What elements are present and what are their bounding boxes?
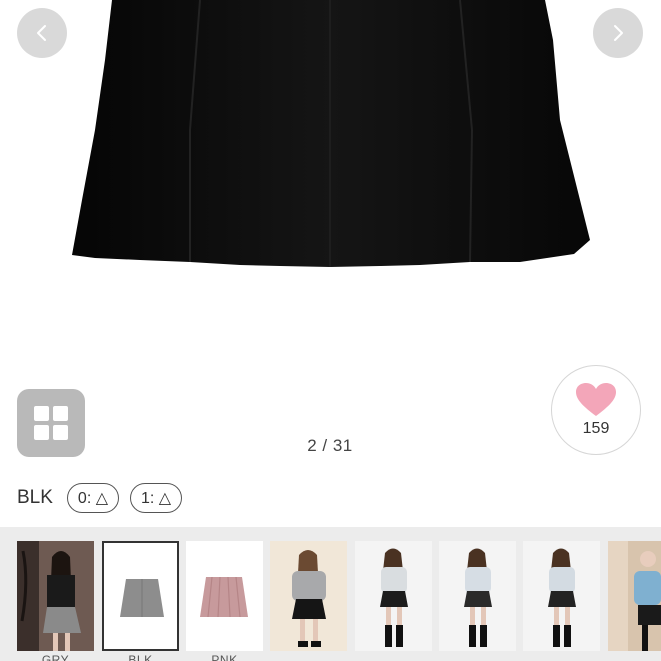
gray-skirt-photo [104, 543, 177, 649]
skirt-illustration [72, 0, 590, 267]
thumbnail-item-selected[interactable] [102, 541, 179, 651]
thumbnail-item[interactable] [608, 541, 661, 651]
gallery-prev-button[interactable] [17, 8, 67, 58]
selected-color-label: BLK [17, 487, 53, 508]
heart-icon [576, 383, 616, 416]
thumbnail-label: BLK [128, 653, 153, 661]
thumbnail-item[interactable] [186, 541, 263, 651]
model-photo [523, 541, 600, 651]
grid-view-button[interactable] [17, 389, 85, 457]
thumbnail-item[interactable] [355, 541, 432, 651]
thumbnail-item[interactable] [270, 541, 347, 651]
thumbnail-strip[interactable]: GRY BLK PNK [0, 527, 661, 661]
model-photo [439, 541, 516, 651]
like-button[interactable]: 159 [551, 365, 641, 455]
size-stock-pill[interactable]: 1: △ [130, 483, 183, 513]
gallery-next-button[interactable] [593, 8, 643, 58]
model-photo [608, 541, 661, 651]
thumbnail-item[interactable] [523, 541, 600, 651]
thumbnail-item[interactable] [439, 541, 516, 651]
product-main-image[interactable] [0, 0, 661, 380]
model-photo [17, 541, 94, 651]
variant-row: BLK 0: △ 1: △ [17, 482, 193, 514]
chevron-right-icon [614, 25, 623, 41]
thumbnail-item[interactable] [17, 541, 94, 651]
pink-skirt-photo [186, 541, 263, 651]
thumbnail-label: GRY [41, 653, 70, 661]
model-photo [270, 541, 347, 651]
grid-icon [34, 406, 68, 440]
image-counter: 2 / 31 [307, 436, 353, 455]
size-stock-pill[interactable]: 0: △ [66, 483, 120, 513]
like-count: 159 [582, 420, 610, 437]
thumbnail-label: PNK [211, 653, 238, 661]
model-photo [355, 541, 432, 651]
product-page: 2 / 31 159 BLK 0: △ 1: △ GRY BLK PNK [0, 0, 661, 661]
chevron-left-icon [37, 25, 46, 41]
